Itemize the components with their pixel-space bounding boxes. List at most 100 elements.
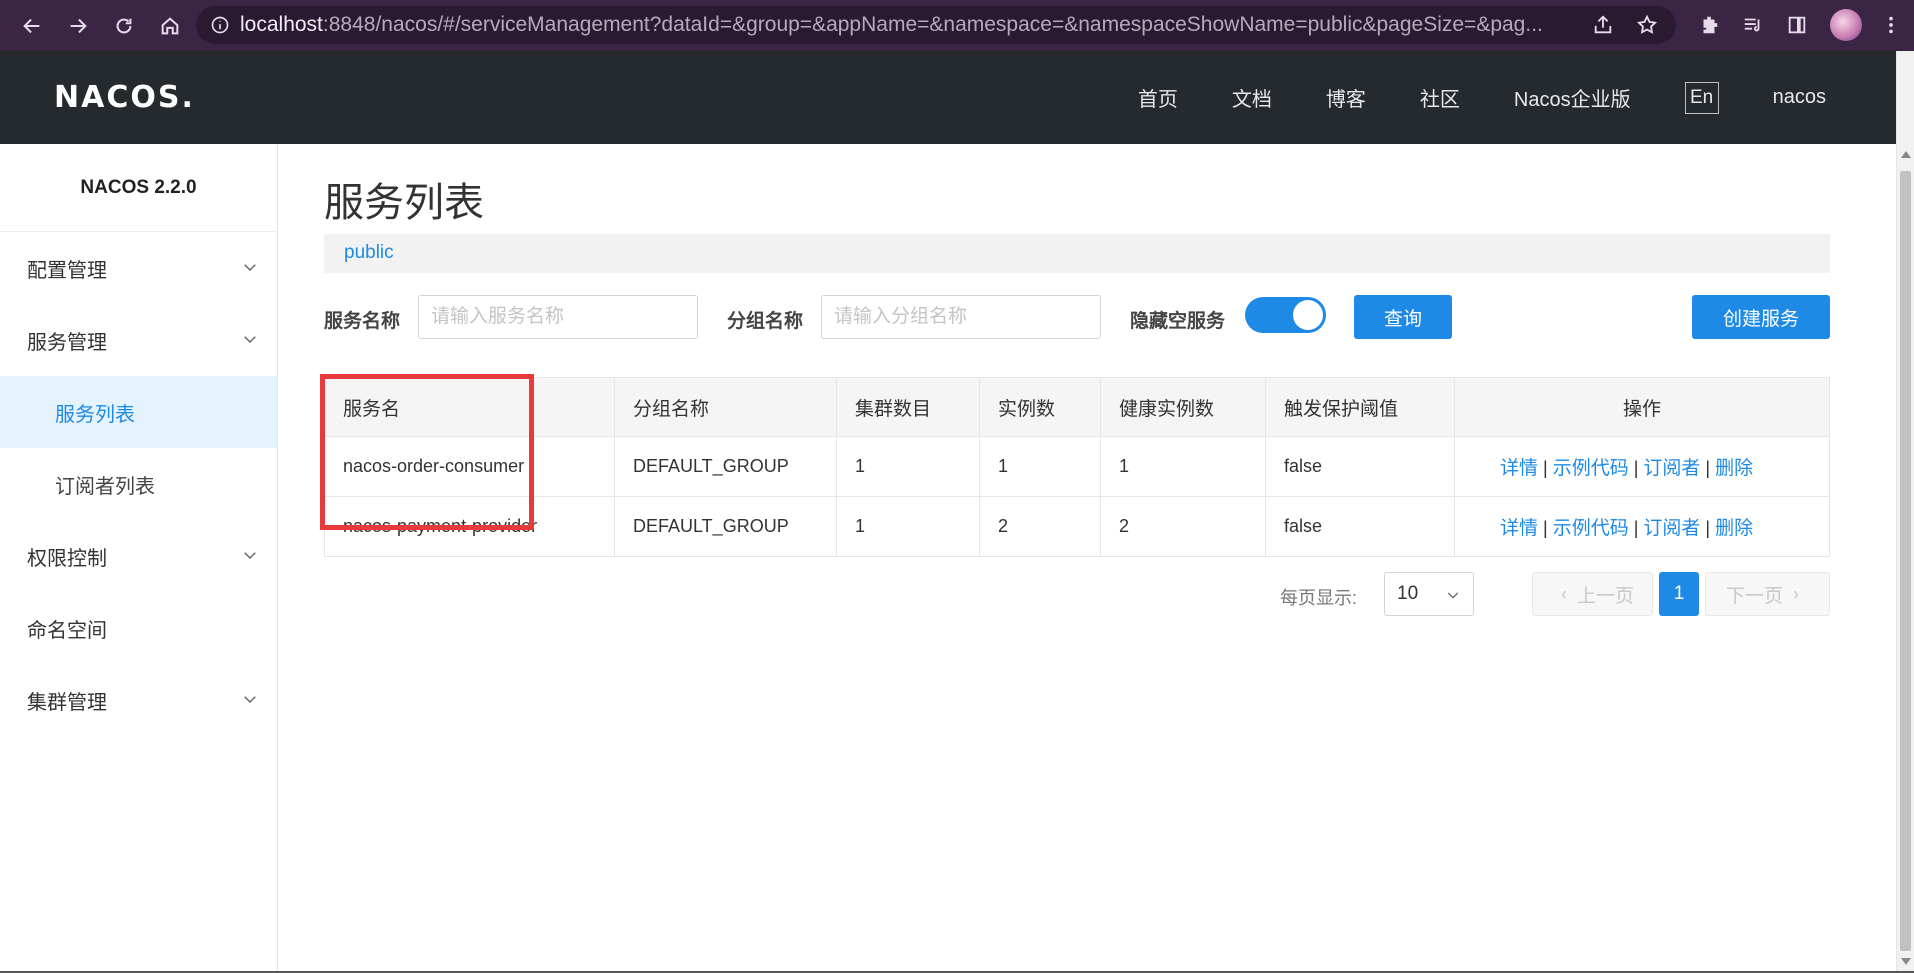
nav-community[interactable]: 社区 bbox=[1420, 83, 1460, 112]
column-header-instance-count[interactable]: 实例数 bbox=[979, 377, 1101, 437]
column-header-operations: 操作 bbox=[1454, 377, 1830, 437]
scroll-up-arrow-icon[interactable] bbox=[1901, 151, 1911, 158]
table-row: nacos-order-consumer DEFAULT_GROUP 1 1 1… bbox=[324, 436, 1830, 497]
back-icon[interactable] bbox=[12, 6, 52, 46]
reload-icon[interactable] bbox=[104, 6, 144, 46]
reading-list-icon[interactable] bbox=[1742, 14, 1764, 36]
sidebar-item-access-control[interactable]: 权限控制 bbox=[0, 520, 277, 592]
forward-icon[interactable] bbox=[58, 6, 98, 46]
next-page-button[interactable]: 下一页 › bbox=[1705, 572, 1830, 616]
nav-home[interactable]: 首页 bbox=[1138, 83, 1178, 112]
sidebar-item-service-management[interactable]: 服务管理 bbox=[0, 304, 277, 376]
nav-enterprise[interactable]: Nacos企业版 bbox=[1514, 83, 1631, 112]
browser-toolbar: localhost:8848/nacos/#/serviceManagement… bbox=[0, 0, 1914, 51]
page-size-value: 10 bbox=[1397, 583, 1419, 604]
language-switch-button[interactable]: En bbox=[1684, 81, 1719, 114]
prev-page-button[interactable]: ‹ 上一页 bbox=[1532, 572, 1653, 616]
column-header-group-name[interactable]: 分组名称 bbox=[614, 377, 837, 437]
page-title: 服务列表 bbox=[324, 181, 484, 225]
next-page-label: 下一页 bbox=[1725, 585, 1783, 607]
page-number-current[interactable]: 1 bbox=[1659, 572, 1699, 616]
column-header-protect-threshold[interactable]: 触发保护阈值 bbox=[1265, 377, 1455, 437]
scrollbar-thumb[interactable] bbox=[1900, 171, 1911, 951]
home-icon[interactable] bbox=[150, 6, 190, 46]
sample-code-link[interactable]: 示例代码 bbox=[1553, 458, 1629, 479]
nav-blog[interactable]: 博客 bbox=[1326, 83, 1366, 112]
side-panel-icon[interactable] bbox=[1786, 14, 1808, 36]
namespace-bar: public bbox=[324, 234, 1830, 273]
site-info-icon[interactable] bbox=[210, 15, 230, 35]
sidebar-item-label: 命名空间 bbox=[27, 619, 107, 642]
chevron-down-icon bbox=[244, 552, 256, 560]
toggle-knob bbox=[1293, 300, 1323, 330]
op-separator: | bbox=[1705, 518, 1711, 538]
detail-link[interactable]: 详情 bbox=[1500, 458, 1538, 479]
service-name-label: 服务名称 bbox=[324, 311, 401, 332]
column-header-cluster-count[interactable]: 集群数目 bbox=[836, 377, 980, 437]
scroll-down-arrow-icon[interactable] bbox=[1901, 958, 1911, 965]
op-separator: | bbox=[1633, 458, 1639, 478]
cell-group-name: DEFAULT_GROUP bbox=[614, 436, 837, 497]
page-size-select[interactable]: 10 bbox=[1384, 572, 1474, 616]
top-nav: 首页 文档 博客 社区 Nacos企业版 En nacos bbox=[1084, 51, 1826, 144]
namespace-link-public[interactable]: public bbox=[344, 242, 394, 264]
app-header: NACOS. 首页 文档 博客 社区 Nacos企业版 En nacos bbox=[0, 51, 1896, 144]
sidebar-item-service-list[interactable]: 服务列表 bbox=[0, 376, 277, 448]
cell-protect-threshold: false bbox=[1265, 496, 1455, 557]
table-row: nacos-payment-provider DEFAULT_GROUP 1 2… bbox=[324, 496, 1830, 557]
service-table: 服务名 分组名称 集群数目 实例数 健康实例数 触发保护阈值 操作 nacos-… bbox=[324, 377, 1830, 557]
cell-healthy-count: 2 bbox=[1100, 496, 1266, 557]
group-name-input[interactable] bbox=[821, 295, 1101, 339]
op-separator: | bbox=[1543, 458, 1548, 478]
sidebar-item-config-management[interactable]: 配置管理 bbox=[0, 232, 277, 304]
url-host: localhost bbox=[240, 13, 323, 36]
subscribers-link[interactable]: 订阅者 bbox=[1643, 458, 1700, 479]
sidebar-item-label: 服务管理 bbox=[27, 331, 107, 354]
sidebar-item-namespace[interactable]: 命名空间 bbox=[0, 592, 277, 664]
sample-code-link[interactable]: 示例代码 bbox=[1553, 518, 1629, 539]
more-menu-icon[interactable] bbox=[1880, 14, 1902, 36]
cell-service-name: nacos-payment-provider bbox=[324, 496, 615, 557]
cell-operations: 详情 | 示例代码 | 订阅者 | 删除 bbox=[1454, 496, 1830, 557]
create-service-button[interactable]: 创建服务 bbox=[1692, 295, 1830, 339]
cell-instance-count: 2 bbox=[979, 496, 1101, 557]
hide-empty-services-toggle[interactable] bbox=[1245, 297, 1326, 333]
chevron-right-icon: › bbox=[1793, 583, 1799, 604]
op-separator: | bbox=[1705, 458, 1711, 478]
share-icon[interactable] bbox=[1592, 14, 1614, 36]
nav-docs[interactable]: 文档 bbox=[1232, 83, 1272, 112]
sidebar-item-label: 权限控制 bbox=[27, 547, 107, 570]
sidebar-item-subscriber-list[interactable]: 订阅者列表 bbox=[0, 448, 277, 520]
op-separator: | bbox=[1543, 518, 1548, 538]
url-text[interactable]: localhost:8848/nacos/#/serviceManagement… bbox=[240, 13, 1590, 37]
address-bar[interactable]: localhost:8848/nacos/#/serviceManagement… bbox=[196, 6, 1676, 44]
bookmark-star-icon[interactable] bbox=[1636, 14, 1658, 36]
query-button[interactable]: 查询 bbox=[1354, 295, 1452, 339]
user-name[interactable]: nacos bbox=[1773, 86, 1826, 109]
sidebar: NACOS 2.2.0 配置管理 服务管理 服务列表 订阅者列表 权限控制 命名… bbox=[0, 144, 278, 973]
chevron-down-icon bbox=[244, 336, 256, 344]
chevron-down-icon bbox=[244, 264, 256, 272]
column-header-healthy-instance-count[interactable]: 健康实例数 bbox=[1100, 377, 1266, 437]
delete-link[interactable]: 删除 bbox=[1715, 518, 1753, 539]
cell-protect-threshold: false bbox=[1265, 436, 1455, 497]
delete-link[interactable]: 删除 bbox=[1715, 458, 1753, 479]
cell-cluster-count: 1 bbox=[836, 436, 980, 497]
chevron-left-icon: ‹ bbox=[1560, 583, 1567, 604]
prev-page-label: 上一页 bbox=[1576, 585, 1634, 607]
nacos-logo[interactable]: NACOS. bbox=[54, 77, 195, 117]
hide-empty-services-label: 隐藏空服务 bbox=[1130, 311, 1226, 332]
table-header-row: 服务名 分组名称 集群数目 实例数 健康实例数 触发保护阈值 操作 bbox=[324, 377, 1830, 437]
column-header-service-name[interactable]: 服务名 bbox=[324, 377, 615, 437]
profile-avatar[interactable] bbox=[1830, 9, 1862, 41]
cell-cluster-count: 1 bbox=[836, 496, 980, 557]
service-name-input[interactable] bbox=[418, 295, 698, 339]
sidebar-item-cluster-management[interactable]: 集群管理 bbox=[0, 664, 277, 736]
detail-link[interactable]: 详情 bbox=[1500, 518, 1538, 539]
sidebar-item-label: 集群管理 bbox=[27, 691, 107, 714]
page-scrollbar[interactable] bbox=[1896, 51, 1914, 973]
extensions-icon[interactable] bbox=[1698, 14, 1720, 36]
subscribers-link[interactable]: 订阅者 bbox=[1643, 518, 1700, 539]
version-label: NACOS 2.2.0 bbox=[0, 144, 277, 232]
page-size-label: 每页显示: bbox=[1280, 588, 1358, 608]
